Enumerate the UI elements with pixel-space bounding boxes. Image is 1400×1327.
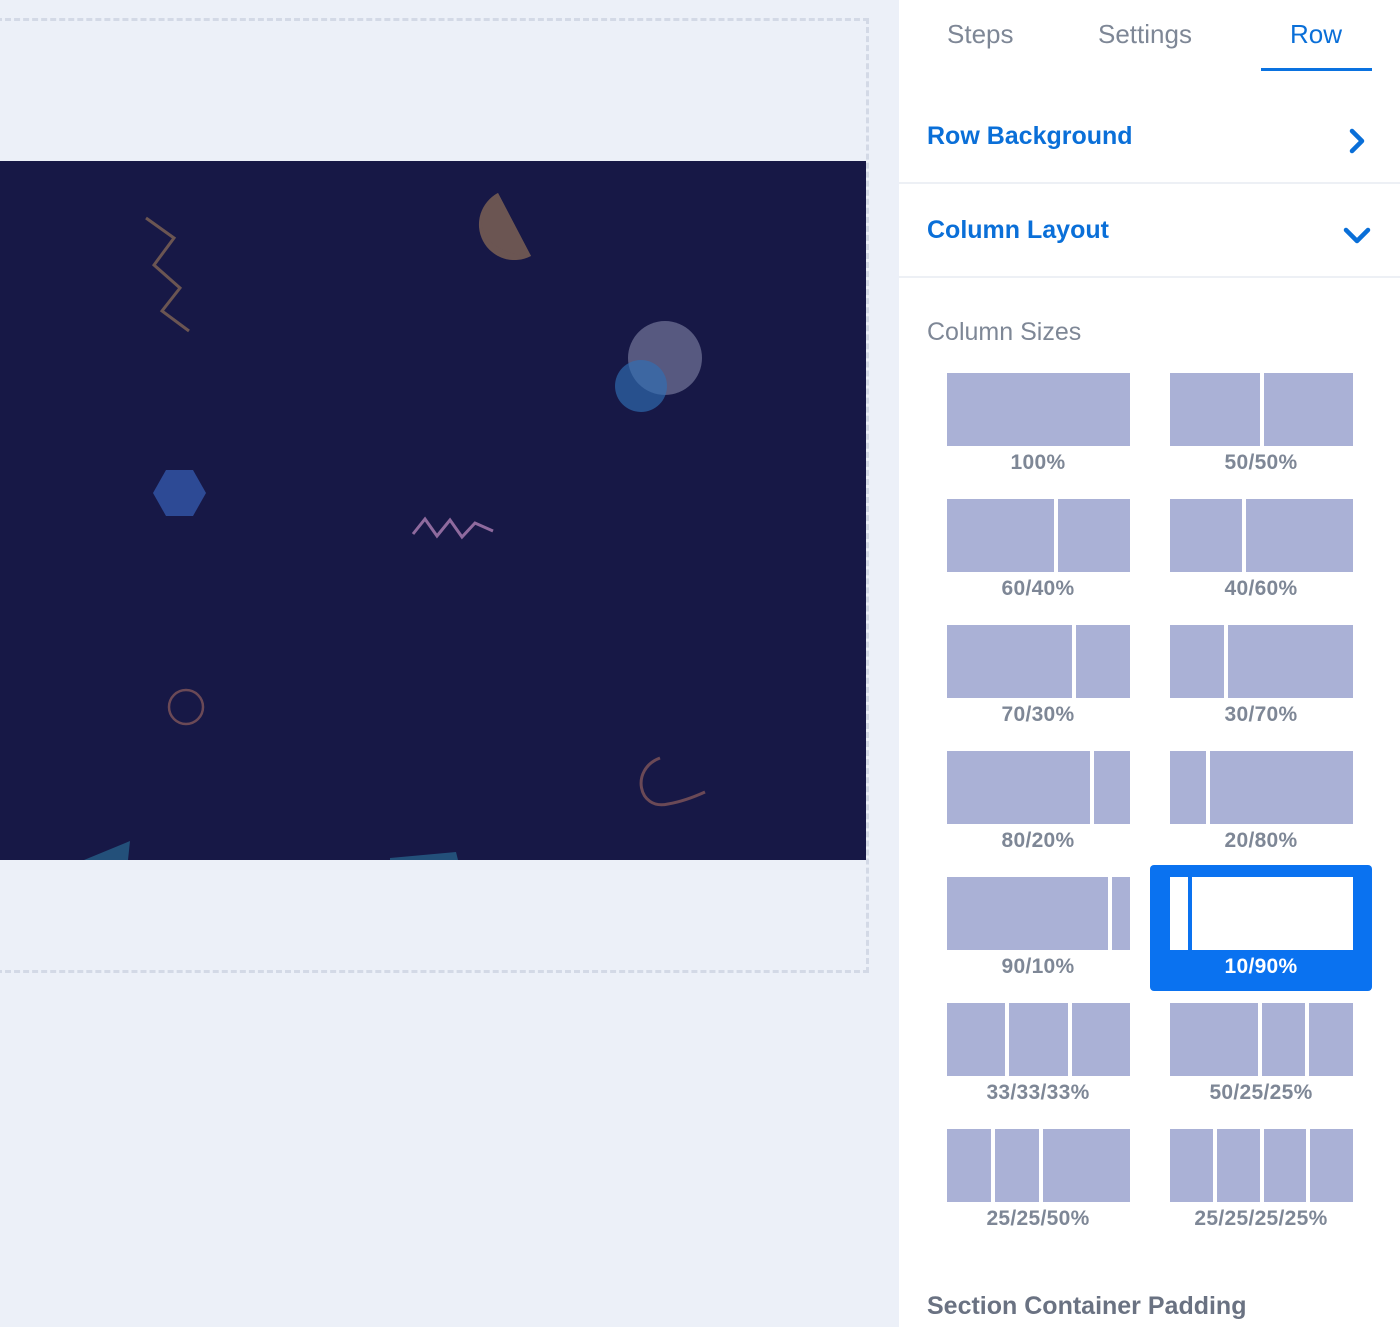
column-preview-bar [1170,499,1242,572]
row-background-title: Row Background [927,122,1133,150]
column-layout-option[interactable]: 70/30% [927,613,1149,739]
column-layout-label: 20/80% [1224,829,1298,852]
column-layout-option[interactable]: 25/25/50% [927,1117,1149,1243]
chevron-right-icon [1349,128,1365,154]
column-preview-bar [1309,1003,1353,1076]
row-background-accordion[interactable]: Row Background [899,92,1400,184]
column-preview-bar [1191,877,1353,950]
column-preview-bar [1263,1129,1307,1202]
column-layout-option[interactable]: 25/25/25/25% [1150,1117,1372,1243]
column-layout-label: 30/70% [1224,703,1298,726]
column-preview-bar [1042,1129,1130,1202]
column-layout-label: 50/25/25% [1209,1081,1313,1104]
column-preview [947,1003,1130,1076]
active-tab-indicator [1261,68,1372,71]
column-layout-label: 60/40% [1001,577,1075,600]
column-preview-bar [1009,1003,1068,1076]
column-preview-bar [1170,1129,1213,1202]
column-preview-bar [1058,499,1130,572]
column-layout-option[interactable]: 30/70% [1150,613,1372,739]
column-layout-option[interactable]: 50/25/25% [1150,991,1372,1117]
column-layout-option[interactable]: 80/20% [927,739,1149,865]
column-preview-bar [1076,625,1130,698]
column-preview-bar [1071,1003,1130,1076]
column-preview-bar [994,1129,1039,1202]
confetti-background [84,193,706,860]
editor-canvas [0,0,900,1327]
column-preview-bar [1310,1129,1353,1202]
column-layout-label: 25/25/25/25% [1194,1207,1328,1230]
column-preview-bar [1112,877,1130,950]
column-layout-option[interactable]: 90/10% [927,865,1149,991]
column-layout-label: 25/25/50% [986,1207,1090,1230]
column-layout-label: 90/10% [1001,955,1075,978]
triangle-shape [84,841,130,860]
column-preview-bar [1170,877,1188,950]
column-preview [947,625,1130,698]
column-layout-option[interactable]: 20/80% [1150,739,1372,865]
chevron-down-icon [1343,227,1371,244]
column-preview-bar [1170,373,1260,446]
column-preview-bar [1170,1003,1258,1076]
column-preview-bar [947,1003,1006,1076]
column-layout-option[interactable]: 50/50% [1150,361,1372,487]
column-preview-bar [1094,751,1130,824]
ring-shape [167,688,205,726]
column-layout-label: 80/20% [1001,829,1075,852]
column-preview-bar [947,877,1109,950]
column-preview-bar [1216,1129,1260,1202]
column-preview-bar [1261,1003,1306,1076]
column-layout-option[interactable]: 60/40% [927,487,1149,613]
column-preview [1170,373,1353,446]
column-preview-bar [1245,499,1353,572]
column-preview-bar [1227,625,1353,698]
tab-settings[interactable]: Settings [1098,19,1192,50]
column-preview-bar [1209,751,1353,824]
column-layout-accordion[interactable]: Column Layout [899,186,1400,278]
column-layout-label: 100% [1010,451,1066,474]
blue-circle-shape [615,360,667,412]
tab-steps[interactable]: Steps [947,19,1014,50]
column-layout-label: 40/60% [1224,577,1298,600]
column-layout-option[interactable]: 40/60% [1150,487,1372,613]
column-sizes-label: Column Sizes [927,318,1082,346]
column-preview-bar [947,499,1055,572]
arc-shape [639,756,706,807]
column-preview-bar [1263,373,1353,446]
column-layout-option[interactable]: 100% [927,361,1149,487]
column-preview [947,499,1130,572]
column-preview [947,751,1130,824]
tab-row[interactable]: Row [1290,19,1342,50]
column-preview-bar [947,751,1091,824]
section-container-padding-label: Section Container Padding [927,1292,1247,1320]
wave-shape [411,516,494,540]
column-preview [947,877,1130,950]
column-preview [1170,1003,1353,1076]
column-layout-title: Column Layout [927,216,1109,244]
column-preview [1170,1129,1353,1202]
column-layout-label: 33/33/33% [986,1081,1090,1104]
column-layout-option[interactable]: 10/90% [1150,865,1372,991]
column-preview-bar [1170,751,1206,824]
settings-panel: Steps Settings Row Row Background Column… [899,0,1400,1327]
column-layout-option[interactable]: 33/33/33% [927,991,1149,1117]
hexagon-shape [153,470,206,516]
column-preview [947,1129,1130,1202]
column-preview [1170,877,1353,950]
column-preview-bar [947,625,1073,698]
quad-shape [390,852,458,860]
column-preview [947,373,1130,446]
column-layout-label: 10/90% [1224,955,1298,978]
zigzag-shape [145,216,190,333]
column-preview [1170,499,1353,572]
column-preview-bar [947,1129,991,1202]
column-preview-bar [1170,625,1224,698]
panel-tabs: Steps Settings Row [899,0,1400,90]
row-block[interactable] [0,161,866,860]
column-preview [1170,751,1353,824]
column-layout-label: 50/50% [1224,451,1298,474]
column-preview-bar [947,373,1130,446]
column-preview [1170,625,1353,698]
column-layout-label: 70/30% [1001,703,1075,726]
